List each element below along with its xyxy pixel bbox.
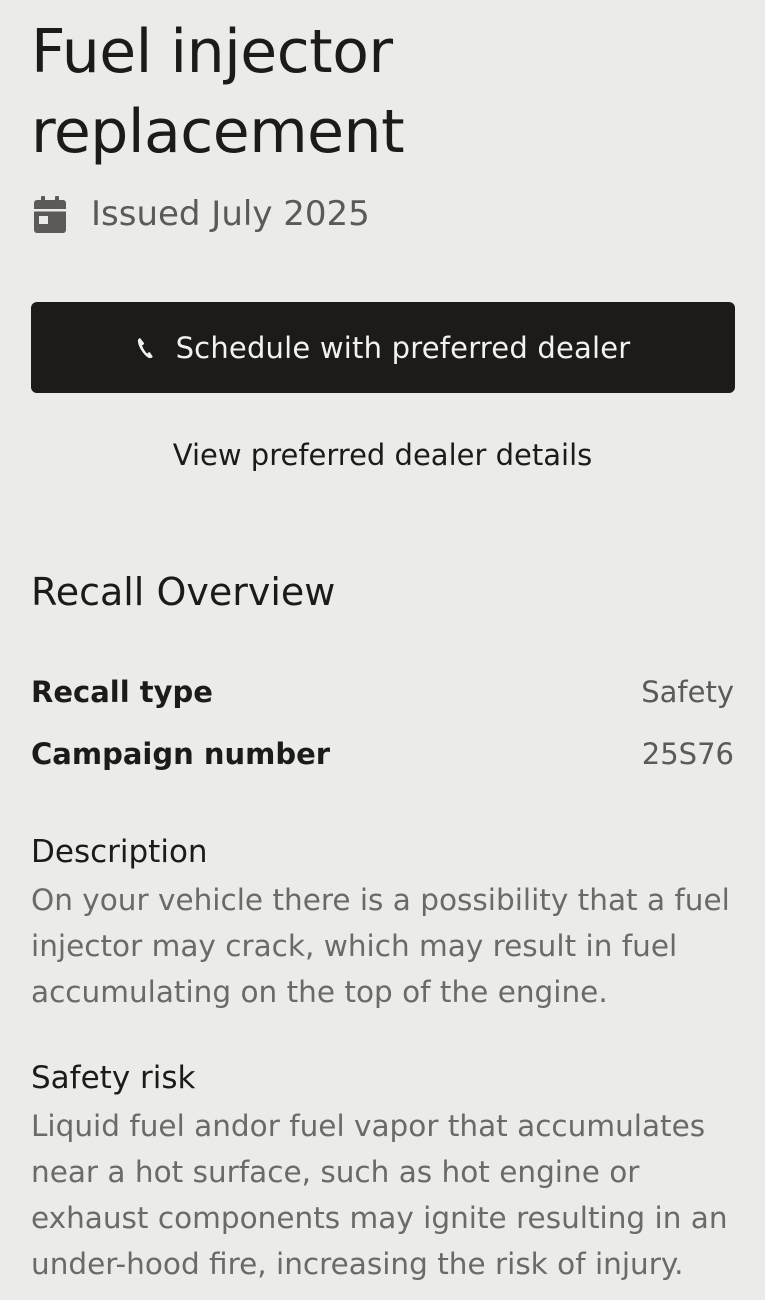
recall-type-row: Recall type Safety <box>31 661 734 723</box>
issued-date-row: Issued July 2025 <box>31 194 734 234</box>
description-text: On your vehicle there is a possibility t… <box>31 883 730 1009</box>
description-heading: Description <box>31 834 208 870</box>
issued-date: Issued July 2025 <box>91 194 370 234</box>
schedule-dealer-label: Schedule with preferred dealer <box>175 330 631 365</box>
recall-overview-heading: Recall Overview <box>31 570 336 614</box>
view-dealer-details-link[interactable]: View preferred dealer details <box>31 435 734 475</box>
recall-detail-page: Fuel injector replacement Issued July 20… <box>0 0 765 1300</box>
schedule-dealer-button[interactable]: Schedule with preferred dealer <box>31 302 735 393</box>
campaign-number-value: 25S76 <box>641 737 734 771</box>
safety-risk-heading: Safety risk <box>31 1060 196 1096</box>
recall-type-value: Safety <box>641 675 734 709</box>
recall-overview-list: Recall type Safety Campaign number 25S76 <box>31 661 734 785</box>
page-title: Fuel injector replacement <box>31 17 405 167</box>
safety-risk-text: Liquid fuel andor fuel vapor that accumu… <box>31 1109 728 1281</box>
calendar-icon <box>31 194 69 234</box>
campaign-number-row: Campaign number 25S76 <box>31 723 734 785</box>
recall-type-label: Recall type <box>31 675 213 709</box>
campaign-number-label: Campaign number <box>31 737 331 771</box>
phone-icon <box>136 336 156 360</box>
description-block: Description On your vehicle there is a p… <box>31 829 734 1015</box>
safety-risk-block: Safety risk Liquid fuel andor fuel vapor… <box>31 1055 734 1287</box>
